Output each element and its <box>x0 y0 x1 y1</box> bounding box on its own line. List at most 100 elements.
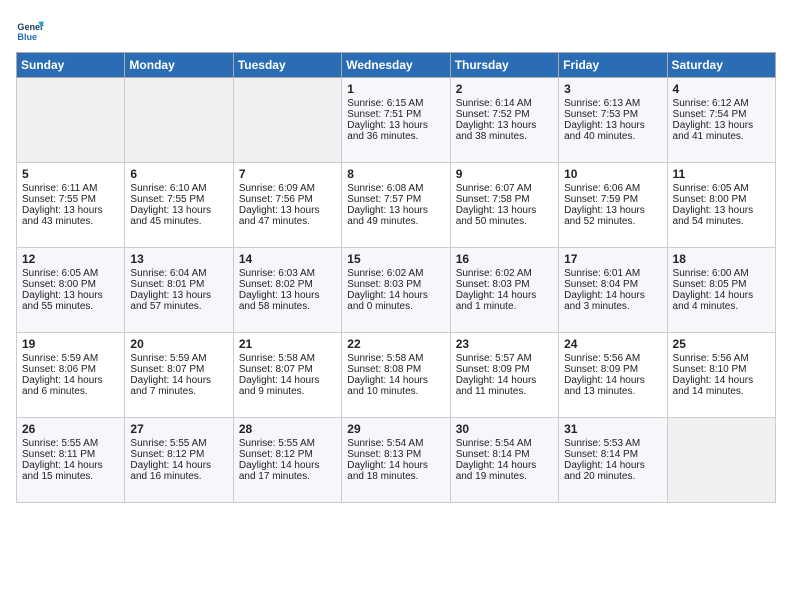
cell-text: Daylight: 14 hours <box>673 290 770 301</box>
cell-text: Sunrise: 6:11 AM <box>22 183 119 194</box>
day-number: 26 <box>22 422 119 436</box>
cell-text: Sunset: 8:03 PM <box>347 279 444 290</box>
cell-text: Daylight: 13 hours <box>564 120 661 131</box>
cell-text: Daylight: 13 hours <box>673 205 770 216</box>
cell-text: Sunset: 7:54 PM <box>673 109 770 120</box>
cell-text: Daylight: 14 hours <box>22 375 119 386</box>
cell-text: and 11 minutes. <box>456 386 553 397</box>
day-number: 9 <box>456 167 553 181</box>
cell-text: Sunrise: 5:59 AM <box>22 353 119 364</box>
calendar-cell: 1Sunrise: 6:15 AMSunset: 7:51 PMDaylight… <box>342 78 450 163</box>
day-number: 1 <box>347 82 444 96</box>
cell-text: Sunset: 8:08 PM <box>347 364 444 375</box>
calendar-cell: 31Sunrise: 5:53 AMSunset: 8:14 PMDayligh… <box>559 418 667 503</box>
day-number: 20 <box>130 337 227 351</box>
cell-text: Sunset: 8:14 PM <box>564 449 661 460</box>
day-number: 23 <box>456 337 553 351</box>
cell-text: Sunrise: 6:12 AM <box>673 98 770 109</box>
calendar-table: SundayMondayTuesdayWednesdayThursdayFrid… <box>16 52 776 503</box>
cell-text: Daylight: 14 hours <box>239 375 336 386</box>
cell-text: and 54 minutes. <box>673 216 770 227</box>
calendar-cell: 3Sunrise: 6:13 AMSunset: 7:53 PMDaylight… <box>559 78 667 163</box>
cell-text: Sunrise: 6:00 AM <box>673 268 770 279</box>
cell-text: Daylight: 14 hours <box>564 290 661 301</box>
cell-text: Sunrise: 6:03 AM <box>239 268 336 279</box>
cell-text: Sunrise: 6:14 AM <box>456 98 553 109</box>
cell-text: Sunset: 7:56 PM <box>239 194 336 205</box>
day-number: 11 <box>673 167 770 181</box>
cell-text: Sunrise: 5:55 AM <box>130 438 227 449</box>
cell-text: Daylight: 13 hours <box>347 205 444 216</box>
day-number: 31 <box>564 422 661 436</box>
cell-text: Sunrise: 6:06 AM <box>564 183 661 194</box>
cell-text: Sunset: 8:01 PM <box>130 279 227 290</box>
cell-text: Sunset: 8:00 PM <box>673 194 770 205</box>
cell-text: Sunset: 8:13 PM <box>347 449 444 460</box>
calendar-cell: 29Sunrise: 5:54 AMSunset: 8:13 PMDayligh… <box>342 418 450 503</box>
calendar-body: 1Sunrise: 6:15 AMSunset: 7:51 PMDaylight… <box>17 78 776 503</box>
cell-text: Sunset: 8:12 PM <box>239 449 336 460</box>
day-number: 4 <box>673 82 770 96</box>
cell-text: Sunrise: 5:56 AM <box>564 353 661 364</box>
cell-text: Daylight: 14 hours <box>347 375 444 386</box>
cell-text: and 16 minutes. <box>130 471 227 482</box>
day-number: 29 <box>347 422 444 436</box>
calendar-cell <box>667 418 775 503</box>
cell-text: and 15 minutes. <box>22 471 119 482</box>
day-number: 24 <box>564 337 661 351</box>
calendar-cell: 10Sunrise: 6:06 AMSunset: 7:59 PMDayligh… <box>559 163 667 248</box>
cell-text: Sunrise: 5:54 AM <box>347 438 444 449</box>
column-header-sunday: Sunday <box>17 53 125 78</box>
cell-text: Sunrise: 6:05 AM <box>673 183 770 194</box>
cell-text: Sunrise: 5:55 AM <box>22 438 119 449</box>
logo-icon: General Blue <box>16 16 44 44</box>
cell-text: Sunrise: 5:53 AM <box>564 438 661 449</box>
calendar-cell: 2Sunrise: 6:14 AMSunset: 7:52 PMDaylight… <box>450 78 558 163</box>
cell-text: Daylight: 14 hours <box>347 290 444 301</box>
cell-text: and 57 minutes. <box>130 301 227 312</box>
page-header: General Blue <box>16 16 776 44</box>
cell-text: Sunset: 8:00 PM <box>22 279 119 290</box>
cell-text: Sunrise: 6:15 AM <box>347 98 444 109</box>
column-header-saturday: Saturday <box>667 53 775 78</box>
day-number: 2 <box>456 82 553 96</box>
column-header-tuesday: Tuesday <box>233 53 341 78</box>
calendar-cell: 9Sunrise: 6:07 AMSunset: 7:58 PMDaylight… <box>450 163 558 248</box>
cell-text: Sunset: 8:07 PM <box>130 364 227 375</box>
cell-text: Daylight: 14 hours <box>564 375 661 386</box>
cell-text: Sunrise: 5:59 AM <box>130 353 227 364</box>
cell-text: and 4 minutes. <box>673 301 770 312</box>
week-row-4: 19Sunrise: 5:59 AMSunset: 8:06 PMDayligh… <box>17 333 776 418</box>
day-number: 6 <box>130 167 227 181</box>
calendar-cell: 13Sunrise: 6:04 AMSunset: 8:01 PMDayligh… <box>125 248 233 333</box>
cell-text: Sunset: 7:57 PM <box>347 194 444 205</box>
week-row-1: 1Sunrise: 6:15 AMSunset: 7:51 PMDaylight… <box>17 78 776 163</box>
day-number: 21 <box>239 337 336 351</box>
calendar-cell: 5Sunrise: 6:11 AMSunset: 7:55 PMDaylight… <box>17 163 125 248</box>
calendar-cell: 24 Sunrise: 5:56 AMSunset: 8:09 PMDayligh… <box>559 333 667 418</box>
calendar-header: SundayMondayTuesdayWednesdayThursdayFrid… <box>17 53 776 78</box>
cell-text: Sunset: 8:09 PM <box>456 364 553 375</box>
cell-text: Sunrise: 6:02 AM <box>456 268 553 279</box>
cell-text: and 18 minutes. <box>347 471 444 482</box>
cell-text: Sunrise: 6:07 AM <box>456 183 553 194</box>
cell-text: Sunrise: 6:05 AM <box>22 268 119 279</box>
cell-text: Sunset: 8:11 PM <box>22 449 119 460</box>
cell-text: Sunset: 8:09 PM <box>564 364 661 375</box>
cell-text: and 1 minute. <box>456 301 553 312</box>
day-number: 10 <box>564 167 661 181</box>
day-number: 27 <box>130 422 227 436</box>
day-number: 18 <box>673 252 770 266</box>
calendar-cell: 17Sunrise: 6:01 AMSunset: 8:04 PMDayligh… <box>559 248 667 333</box>
cell-text: Sunset: 7:53 PM <box>564 109 661 120</box>
calendar-cell: 16Sunrise: 6:02 AMSunset: 8:03 PMDayligh… <box>450 248 558 333</box>
cell-text: Sunrise: 6:01 AM <box>564 268 661 279</box>
cell-text: Daylight: 13 hours <box>130 290 227 301</box>
cell-text: and 45 minutes. <box>130 216 227 227</box>
day-number: 12 <box>22 252 119 266</box>
cell-text: Daylight: 14 hours <box>456 290 553 301</box>
day-number: 17 <box>564 252 661 266</box>
column-header-wednesday: Wednesday <box>342 53 450 78</box>
week-row-5: 26Sunrise: 5:55 AMSunset: 8:11 PMDayligh… <box>17 418 776 503</box>
cell-text: Daylight: 14 hours <box>239 460 336 471</box>
